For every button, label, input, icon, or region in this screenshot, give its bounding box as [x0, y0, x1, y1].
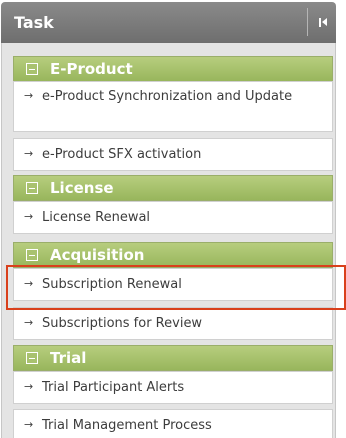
minus-box-icon[interactable] — [26, 352, 38, 364]
task-item-license-renewal[interactable]: → License Renewal — [13, 201, 333, 234]
collapse-left-icon — [319, 18, 321, 27]
category-label: E-Product — [50, 60, 133, 78]
task-item-eproduct-sfx[interactable]: → e-Product SFX activation — [13, 138, 333, 171]
task-item-eproduct-sync[interactable]: → e-Product Synchronization and Update — [13, 81, 333, 132]
collapse-panel-button[interactable] — [313, 12, 333, 32]
task-panel-title: Task — [14, 13, 54, 32]
task-item-label[interactable]: e-Product SFX activation — [42, 146, 326, 163]
arrow-right-icon: → — [24, 210, 34, 223]
header-divider — [307, 8, 308, 36]
task-item-label[interactable]: License Renewal — [42, 209, 326, 226]
arrow-right-icon: → — [24, 418, 34, 431]
arrow-right-icon: → — [24, 277, 34, 290]
task-item-trial-management[interactable]: → Trial Management Process — [13, 409, 333, 438]
task-item-subscriptions-review[interactable]: → Subscriptions for Review — [13, 307, 333, 340]
category-license[interactable]: License — [13, 175, 333, 201]
task-item-subscription-renewal[interactable]: → Subscription Renewal — [13, 268, 333, 301]
collapse-left-icon-arrow — [322, 18, 327, 26]
task-list: E-Product → e-Product Synchronization an… — [1, 43, 336, 438]
category-label: Acquisition — [50, 246, 145, 264]
minus-box-icon[interactable] — [26, 182, 38, 194]
category-label: License — [50, 179, 114, 197]
task-panel: Task E-Product → e-Product Synchronizati… — [0, 0, 337, 438]
arrow-right-icon: → — [24, 380, 34, 393]
arrow-right-icon: → — [24, 89, 34, 102]
category-trial[interactable]: Trial — [13, 345, 333, 371]
category-e-product[interactable]: E-Product — [13, 56, 333, 82]
task-panel-header: Task — [1, 2, 336, 43]
task-item-label[interactable]: Trial Participant Alerts — [42, 379, 326, 396]
task-item-label[interactable]: e-Product Synchronization and Update — [42, 88, 326, 105]
minus-box-icon[interactable] — [26, 63, 38, 75]
task-item-label[interactable]: Trial Management Process — [42, 417, 326, 434]
arrow-right-icon: → — [24, 147, 34, 160]
task-item-label[interactable]: Subscriptions for Review — [42, 315, 326, 332]
arrow-right-icon: → — [24, 316, 34, 329]
category-label: Trial — [50, 349, 87, 367]
task-item-trial-alerts[interactable]: → Trial Participant Alerts — [13, 371, 333, 404]
task-item-label[interactable]: Subscription Renewal — [42, 276, 326, 293]
minus-box-icon[interactable] — [26, 249, 38, 261]
category-acquisition[interactable]: Acquisition — [13, 242, 333, 268]
